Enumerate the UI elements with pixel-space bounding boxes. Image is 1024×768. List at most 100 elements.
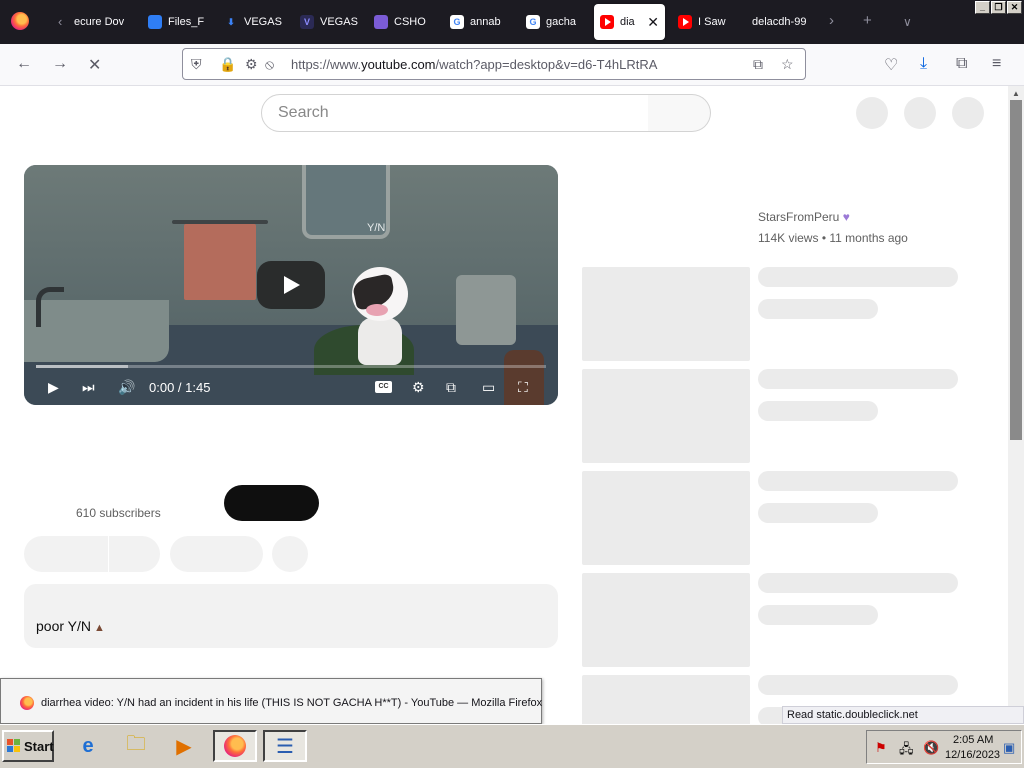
recommendation-meta-placeholder — [758, 299, 878, 319]
tab-youtube-i-saw[interactable]: I Saw — [672, 4, 742, 40]
scrollbar-thumb[interactable] — [1010, 100, 1022, 440]
new-tab-button[interactable]: + — [863, 12, 872, 29]
video-frame-faucet — [36, 287, 64, 327]
window-controls: _ ❐ ✕ — [975, 1, 1022, 14]
edge-icon — [148, 15, 162, 29]
tab-vegas[interactable]: V VEGAS — [294, 4, 366, 40]
settings-gear-icon[interactable]: ⚙ — [412, 377, 425, 397]
media-player-icon[interactable]: ▶ — [162, 730, 206, 762]
windows-logo-icon — [7, 739, 21, 753]
start-button[interactable]: Start — [2, 730, 54, 762]
search-input[interactable]: Search — [261, 94, 649, 132]
tab-vegas-download[interactable]: ⬇ VEGAS — [218, 4, 292, 40]
fullscreen-icon[interactable]: ⛶ — [518, 377, 528, 397]
tab-scroll-left-icon[interactable]: ‹ — [58, 14, 62, 29]
downloads-icon[interactable]: ⤓ — [920, 55, 927, 73]
tab-scroll-right-icon[interactable]: › — [829, 12, 834, 29]
description-box[interactable]: poor Y/N — [24, 584, 558, 648]
tab-secure-download[interactable]: ecure Dov — [68, 4, 138, 40]
bookmark-star-icon[interactable]: ☆ — [781, 56, 794, 73]
avatar[interactable] — [952, 97, 984, 129]
youtube-icon — [678, 15, 692, 29]
tab-google-gacha[interactable]: G gacha — [520, 4, 592, 40]
windows-taskbar: Start e 🗀 ▶ ☰ ⚑ 🖧 🔇 2:05 AM 12/16/2023 ▣ — [0, 724, 1024, 768]
description-text: poor Y/N — [36, 618, 105, 634]
tab-label: CSHO — [394, 16, 426, 28]
lock-icon[interactable]: 🔒 — [219, 56, 236, 73]
file-explorer-icon[interactable]: 🗀 — [114, 730, 158, 762]
recommendation-thumbnail-placeholder[interactable] — [582, 471, 750, 565]
stop-loading-icon[interactable]: ✕ — [88, 55, 101, 75]
tab-google-annab[interactable]: G annab — [444, 4, 516, 40]
address-bar[interactable]: ⛨ 🔒 ⚙ ⦸ https://www.youtube.com/watch?ap… — [182, 48, 806, 80]
volume-icon[interactable]: 🔊 — [118, 377, 135, 397]
url-text[interactable]: https://www.youtube.com/watch?app=deskto… — [291, 57, 657, 72]
clock-time[interactable]: 2:05 AM — [953, 734, 993, 746]
subtitles-icon[interactable]: CC — [375, 381, 392, 393]
autoplay-blocked-icon[interactable]: ⦸ — [265, 56, 274, 73]
large-play-button[interactable] — [257, 261, 325, 309]
miniplayer-icon[interactable]: ⧉ — [446, 377, 456, 397]
next-icon[interactable]: ⏭ — [82, 377, 95, 397]
play-icon[interactable]: ▶ — [48, 377, 59, 397]
download-icon: ⬇ — [227, 16, 235, 27]
security-alert-icon[interactable]: ⚑ — [875, 740, 887, 756]
video-frame-toilet — [456, 275, 516, 345]
browser-tab-strip: ‹ ecure Dov Files_F ⬇ VEGAS V VEGAS CSHO… — [0, 0, 1024, 44]
internet-explorer-icon[interactable]: e — [66, 730, 110, 762]
progress-bar[interactable] — [36, 365, 546, 368]
create-button[interactable] — [856, 97, 888, 129]
close-tab-icon[interactable]: ✕ — [647, 14, 659, 31]
google-icon: G — [526, 15, 540, 29]
notifications-button[interactable] — [904, 97, 936, 129]
share-button-placeholder[interactable] — [170, 536, 263, 572]
taskbar-window-tooltip: diarrhea video: Y/N had an incident in h… — [0, 678, 542, 724]
extensions-icon[interactable]: ⧉ — [956, 55, 967, 73]
url-domain: youtube.com — [361, 57, 436, 72]
tab-label: diar — [620, 16, 635, 28]
subscribe-button[interactable] — [224, 485, 319, 521]
show-desktop-icon[interactable]: ▣ — [1003, 740, 1015, 756]
status-bar-text: Read static.doubleclick.net — [782, 706, 1024, 724]
upload-age: 11 months ago — [829, 231, 908, 245]
recommendation-thumbnail-placeholder[interactable] — [582, 573, 750, 667]
firefox-taskbar-button[interactable] — [213, 730, 257, 762]
recommendation-thumbnail-placeholder[interactable] — [582, 267, 750, 361]
tracking-protection-shield-icon[interactable]: ⛨ — [191, 56, 202, 73]
theater-mode-icon[interactable]: ▭ — [482, 377, 495, 397]
url-prefix: https://www. — [291, 57, 362, 72]
minimize-button[interactable]: _ — [975, 1, 990, 14]
firefox-icon — [20, 696, 34, 710]
like-dislike-divider — [108, 536, 109, 572]
permissions-icon[interactable]: ⚙ — [245, 56, 258, 73]
firefox-logo-icon — [11, 12, 29, 30]
scroll-up-arrow-icon[interactable]: ▲ — [1012, 89, 1020, 98]
tab-cshop[interactable]: CSHO — [368, 4, 440, 40]
forward-icon[interactable]: → — [52, 55, 68, 73]
page-scrollbar[interactable]: ▲ — [1008, 86, 1024, 724]
start-label: Start — [24, 738, 54, 754]
recommendation-title-placeholder — [758, 675, 958, 695]
back-icon[interactable]: ← — [16, 55, 32, 73]
channel-name[interactable]: StarsFromPeru — [758, 210, 908, 224]
close-window-button[interactable]: ✕ — [1007, 1, 1022, 14]
recommendation-thumbnail-placeholder[interactable] — [582, 675, 750, 724]
list-all-tabs-icon[interactable]: ∨ — [903, 15, 912, 29]
picture-in-picture-icon[interactable]: ⧉ — [753, 56, 763, 73]
more-actions-button-placeholder[interactable] — [272, 536, 308, 572]
network-icon[interactable]: 🖧 — [899, 740, 914, 762]
tab-files[interactable]: Files_F — [142, 4, 212, 40]
pocket-icon[interactable]: ♡ — [884, 55, 898, 75]
clock-date[interactable]: 12/16/2023 — [945, 749, 1000, 761]
volume-muted-icon[interactable]: 🔇 — [923, 740, 939, 756]
video-player[interactable]: Y/N ▶ ⏭ 🔊 0:00 / 1:45 CC ⚙ ⧉ ▭ ⛶ — [24, 165, 558, 405]
control-panel-taskbar-button[interactable]: ☰ — [263, 730, 307, 762]
menu-icon[interactable]: ≡ — [992, 55, 1001, 73]
search-button[interactable] — [648, 94, 711, 132]
restore-button[interactable]: ❐ — [991, 1, 1006, 14]
tab-delacdh[interactable]: delacdh-99 — [746, 4, 818, 40]
tab-youtube-active[interactable]: diar ✕ — [594, 4, 665, 40]
video-frame-towel — [184, 224, 256, 300]
recommendation-thumbnail-placeholder[interactable] — [582, 369, 750, 463]
like-dislike-button-placeholder[interactable] — [24, 536, 160, 572]
